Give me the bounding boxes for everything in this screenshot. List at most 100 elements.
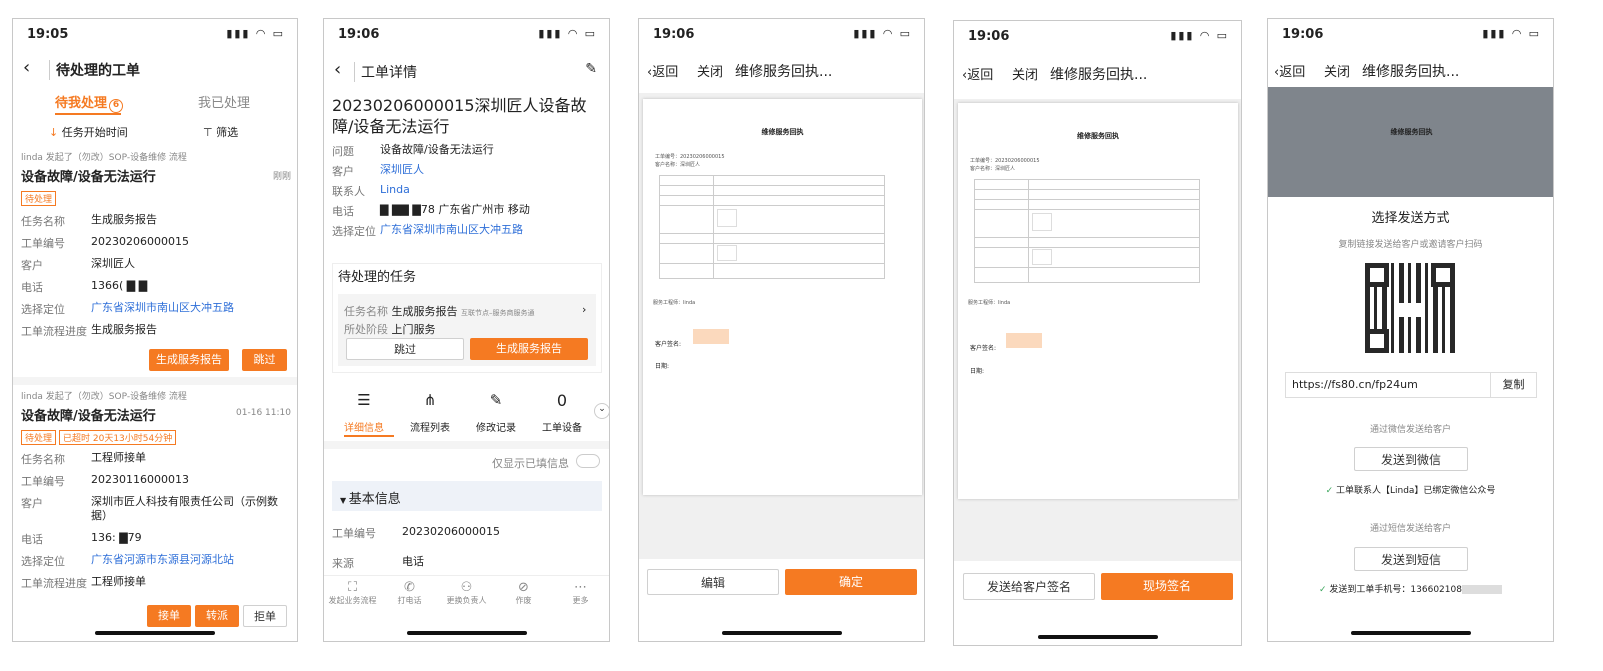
- bottom-action-4[interactable]: ⋯ 更多: [552, 580, 609, 606]
- skip-button[interactable]: 跳过: [346, 338, 464, 360]
- more-tabs-icon[interactable]: ⌄: [594, 403, 609, 419]
- onsite-sign-button[interactable]: 现场签名: [1101, 573, 1233, 600]
- signal-wifi-battery-icon: ▮▮▮ ◠ ▭: [1482, 27, 1541, 40]
- bottom-action-0[interactable]: ⛶ 发起业务流程: [324, 580, 381, 606]
- field-row: 选择定位 广东省深圳市南山区大冲五路: [21, 301, 234, 316]
- home-indicator: [95, 631, 215, 635]
- status-bar: 19:06 ▮▮▮ ◠ ▭: [1282, 27, 1541, 42]
- phone-screen-receipt-sign: 19:06 ▮▮▮ ◠ ▭ ‹返回 关闭 维修服务回执... 维修服务回执 工单编…: [953, 20, 1242, 646]
- field-row: 问题 设备故障/设备无法运行: [332, 143, 494, 158]
- field-row: 电话 ▇ ▇▇ ▇78 广东省广州市 移动: [332, 203, 530, 218]
- org-icon: ⛶: [347, 580, 358, 595]
- section-basic-info[interactable]: ▼ 基本信息: [340, 488, 401, 507]
- generate-report-button[interactable]: 生成服务报告: [470, 338, 588, 360]
- order-card[interactable]: linda 发起了（勿改）SOP-设备维修 流程 设备故障/设备无法运行 01-…: [13, 385, 297, 641]
- edit-icon[interactable]: ✎: [585, 61, 597, 77]
- generate-report-button[interactable]: 生成服务报告: [149, 349, 229, 371]
- field-row: 电话 136: ▇79: [21, 531, 142, 546]
- bottom-action-2[interactable]: ⚇ 更换负责人: [438, 580, 495, 606]
- reject-button[interactable]: 拒单: [243, 605, 287, 627]
- triangle-down-icon: ▼: [340, 496, 349, 505]
- transfer-button[interactable]: 转派: [195, 605, 239, 627]
- phone-screen-receipt-edit: 19:06 ▮▮▮ ◠ ▭ ‹返回 关闭 维修服务回执... 维修服务回执 工单编…: [638, 18, 925, 642]
- dimmed-backdrop[interactable]: 维修服务回执: [1268, 87, 1553, 197]
- phone-icon: ✆: [404, 580, 415, 595]
- send-to-customer-sign-button[interactable]: 发送给客户签名: [963, 573, 1095, 600]
- page-title: 待处理的工单: [49, 60, 140, 80]
- status-bar: 19:06 ▮▮▮ ◠ ▭: [653, 27, 912, 42]
- filter-control[interactable]: ⊤ 筛选: [203, 124, 238, 140]
- overdue-tag: 已超时 20天13小时54分钟: [59, 430, 177, 445]
- home-indicator: [406, 631, 527, 635]
- status-bar: 19:05 ▮▮▮ ◠ ▭: [13, 19, 297, 49]
- tab-done[interactable]: 我已处理: [198, 92, 250, 111]
- field-row: 工单编号 20230206000015: [21, 235, 189, 250]
- signature-placeholder[interactable]: [1006, 333, 1042, 348]
- home-indicator: [1037, 635, 1158, 639]
- edit-button[interactable]: 编辑: [647, 569, 779, 595]
- field-row: 联系人 Linda: [332, 183, 410, 198]
- home-indicator: [1350, 631, 1471, 635]
- page-title: 维修服务回执...: [1050, 67, 1148, 83]
- back-button[interactable]: ‹返回: [1274, 61, 1305, 80]
- qr-code-icon: [1365, 263, 1455, 353]
- flow-icon: ⋔: [423, 391, 437, 409]
- back-button[interactable]: ‹返回: [962, 64, 993, 83]
- field-row: 任务名称 工程师接单: [21, 451, 146, 466]
- signal-wifi-battery-icon: ▮▮▮ ◠ ▭: [538, 27, 597, 40]
- only-filled-toggle[interactable]: [576, 454, 600, 468]
- list-icon: ☰: [357, 391, 371, 409]
- back-icon[interactable]: ‹: [334, 59, 341, 80]
- skip-button[interactable]: 跳过: [242, 349, 287, 371]
- send-wechat-button[interactable]: 发送到微信: [1354, 447, 1468, 471]
- field-row: 客户 深圳匠人: [21, 257, 135, 272]
- pending-count-badge: 6: [109, 99, 124, 113]
- back-icon[interactable]: ‹: [23, 57, 30, 78]
- phone-screen-pending-orders: 19:05 ▮▮▮ ◠ ▭ ‹ 待处理的工单 待我处理 6 我已处理 ↓ 任务开始时…: [12, 18, 298, 642]
- filter-icon: ⊤: [203, 126, 217, 139]
- signal-wifi-battery-icon: ▮▮▮ ◠ ▭: [226, 27, 285, 40]
- order-card[interactable]: linda 发起了（勿改）SOP-设备维修 流程 设备故障/设备无法运行 刚刚 …: [13, 145, 297, 377]
- device-count: 0: [556, 391, 568, 410]
- status-tag: 待处理: [21, 191, 57, 206]
- order-heading: 20230206000015深圳匠人设备故障/设备无法运行: [332, 96, 587, 136]
- send-sms-button[interactable]: 发送到短信: [1354, 547, 1468, 571]
- tab-pending[interactable]: 待我处理 6: [55, 92, 124, 113]
- share-url-field[interactable]: https://fs80.cn/fp24um 复制: [1285, 372, 1537, 398]
- field-row: 选择定位 广东省深圳市南山区大冲五路: [332, 223, 523, 238]
- accept-button[interactable]: 接单: [147, 605, 191, 627]
- phone-screen-order-detail: 19:06 ▮▮▮ ◠ ▭ ‹ 工单详情 ✎ 20230206000015深圳匠人…: [323, 18, 610, 642]
- user-switch-icon: ⚇: [460, 580, 473, 595]
- phone-screen-send-method: 19:06 ▮▮▮ ◠ ▭ ‹返回 关闭 维修服务回执... 维修服务回执 选择发…: [1267, 18, 1554, 642]
- arrow-down-icon: ↓: [49, 126, 62, 139]
- status-bar: 19:06 ▮▮▮ ◠ ▭: [338, 27, 597, 42]
- field-row: 工单流程进度 工程师接单: [21, 575, 146, 590]
- bottom-action-3[interactable]: ⊘ 作废: [495, 580, 552, 606]
- close-button[interactable]: 关闭: [1324, 61, 1350, 80]
- tab-1[interactable]: ⋔ 流程列表: [398, 391, 462, 434]
- field-row: 任务名称 生成服务报告: [21, 213, 157, 228]
- back-button[interactable]: ‹返回: [647, 61, 678, 80]
- bottom-action-1[interactable]: ✆ 打电话: [381, 580, 438, 606]
- receipt-document: 维修服务回执 工单编号：20230206000015 客户名称：深圳匠人 服务工…: [643, 99, 922, 495]
- close-button[interactable]: 关闭: [1012, 64, 1038, 83]
- page-title: 维修服务回执...: [1362, 64, 1460, 80]
- copy-button[interactable]: 复制: [1490, 373, 1536, 397]
- receipt-document: 维修服务回执 工单编号：20230206000015 客户名称：深圳匠人 服务工…: [958, 103, 1238, 499]
- confirm-button[interactable]: 确定: [785, 569, 917, 595]
- page-title: 维修服务回执...: [735, 64, 833, 80]
- tab-3[interactable]: 0 工单设备: [530, 391, 594, 434]
- more-icon: ⋯: [574, 580, 587, 595]
- signal-wifi-battery-icon: ▮▮▮ ◠ ▭: [853, 27, 912, 40]
- chevron-right-icon[interactable]: ›: [582, 303, 586, 316]
- sort-control[interactable]: ↓ 任务开始时间: [49, 124, 128, 140]
- tab-2[interactable]: ✎ 修改记录: [464, 391, 528, 434]
- signature-placeholder[interactable]: [693, 329, 729, 344]
- close-button[interactable]: 关闭: [697, 61, 723, 80]
- home-indicator: [721, 631, 842, 635]
- tab-0[interactable]: ☰ 详细信息: [332, 391, 396, 434]
- status-tag: 待处理: [21, 430, 57, 445]
- field-row: 电话 1366( ▇ ▇: [21, 279, 148, 294]
- field-row: 工单编号 20230116000013: [21, 473, 189, 488]
- edit-log-icon: ✎: [489, 391, 503, 409]
